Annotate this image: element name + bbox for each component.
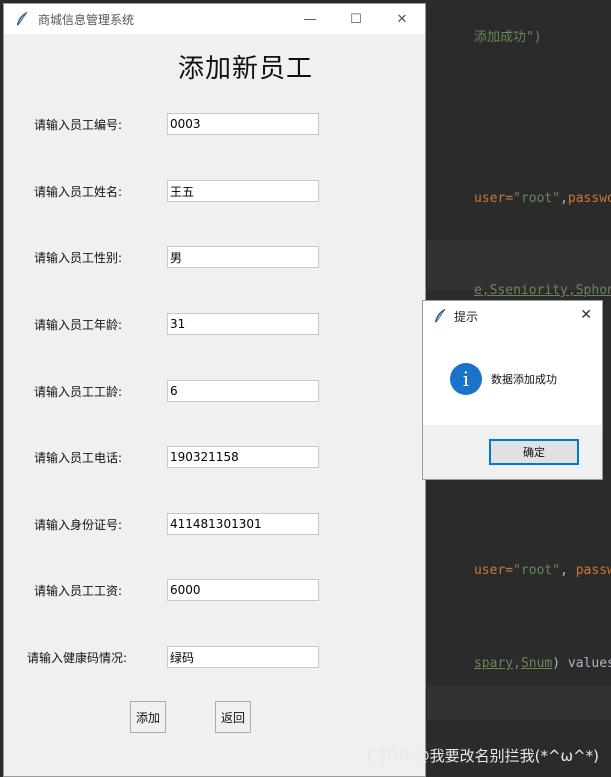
page-title: 添加新员工: [177, 54, 313, 84]
maximize-button[interactable]: ☐: [333, 4, 379, 34]
field-label: 请输入员工年龄:: [34, 318, 123, 332]
code-keyword: user=: [473, 191, 514, 206]
form-row-employee-gender: 请输入员工性别: 男: [4, 246, 427, 268]
info-icon: i: [450, 363, 482, 395]
dialog-body: i 数据添加成功: [423, 331, 602, 425]
field-label: 请输入身份证号:: [34, 518, 123, 532]
ok-button[interactable]: 确定: [489, 439, 579, 465]
code-string: e,Sseniority,Sphone,Si: [473, 283, 611, 298]
code-punct: ,: [560, 191, 568, 206]
dialog-titlebar[interactable]: 提示 ✕: [423, 301, 602, 331]
employee-age-input[interactable]: 31: [167, 313, 319, 335]
employee-salary-input[interactable]: 6000: [167, 579, 319, 601]
form-row-employee-seniority: 请输入员工工龄: 6: [4, 380, 427, 402]
minimize-button[interactable]: —: [287, 4, 333, 34]
field-label: 请输入员工电话:: [34, 451, 123, 465]
code-string: 添加成功"): [473, 30, 542, 45]
employee-id-input[interactable]: 0003: [167, 113, 319, 135]
code-string: "root": [513, 191, 561, 206]
add-button[interactable]: 添加: [130, 701, 166, 733]
close-button[interactable]: ✕: [379, 4, 425, 34]
form-row-employee-phone: 请输入员工电话: 190321158: [4, 446, 427, 468]
field-label: 请输入员工编号:: [34, 118, 123, 132]
employee-seniority-input[interactable]: 6: [167, 380, 319, 402]
code-keyword: password=: [575, 563, 611, 578]
dialog-message: 数据添加成功: [491, 373, 557, 386]
close-icon: ✕: [396, 11, 408, 27]
feather-icon: [432, 308, 448, 324]
feather-icon: [14, 11, 30, 27]
dialog-close-icon[interactable]: ✕: [580, 307, 592, 323]
form-row-employee-id: 请输入员工编号: 0003: [4, 113, 427, 135]
window-controls: — ☐ ✕: [287, 4, 425, 34]
id-number-input[interactable]: 411481301301: [167, 513, 319, 535]
window-titlebar[interactable]: 商城信息管理系统 — ☐ ✕: [4, 4, 425, 34]
code-text: ) values(%s,: [552, 656, 611, 671]
maximize-icon: ☐: [350, 11, 362, 27]
info-dialog: 提示 ✕ i 数据添加成功 确定: [422, 300, 603, 480]
code-string: ,: [513, 656, 521, 671]
code-line: user="root",password=": [427, 176, 611, 221]
code-line: user="root", password=: [427, 548, 611, 593]
code-line: spary,Snum) values(%s,: [427, 641, 611, 686]
code-keyword: password=: [567, 191, 611, 206]
form-row-health-code: 请输入健康码情况: 绿码: [4, 646, 427, 668]
field-label: 请输入健康码情况:: [27, 651, 128, 665]
field-label: 请输入员工性别:: [34, 251, 123, 265]
form-row-employee-age: 请输入员工年龄: 31: [4, 313, 427, 335]
form-row-employee-name: 请输入员工姓名: 王五: [4, 180, 427, 202]
code-string: Snum: [520, 656, 553, 671]
code-string: spary: [473, 656, 514, 671]
code-keyword: user=: [473, 563, 514, 578]
code-highlight-band: [427, 686, 611, 720]
code-punct: ,: [560, 563, 576, 578]
health-code-input[interactable]: 绿码: [167, 646, 319, 668]
employee-phone-input[interactable]: 190321158: [167, 446, 319, 468]
dialog-footer: 确定: [423, 425, 602, 479]
back-button[interactable]: 返回: [215, 701, 251, 733]
code-string: "root": [513, 563, 561, 578]
dialog-title: 提示: [454, 309, 479, 324]
employee-name-input[interactable]: 王五: [167, 180, 319, 202]
window-title: 商城信息管理系统: [38, 12, 135, 27]
watermark-text: CSDN @我要改名别拦我(*^ω^*): [367, 747, 599, 765]
field-label: 请输入员工工龄:: [34, 385, 123, 399]
form-row-id-number: 请输入身份证号: 411481301301: [4, 513, 427, 535]
minimize-icon: —: [303, 11, 317, 27]
employee-gender-input[interactable]: 男: [167, 246, 319, 268]
screen: 添加成功") user="root",password=" e,Sseniori…: [0, 0, 611, 777]
form-row-employee-salary: 请输入员工工资: 6000: [4, 579, 427, 601]
field-label: 请输入员工姓名:: [34, 185, 123, 199]
field-label: 请输入员工工资:: [34, 584, 123, 598]
main-window: 商城信息管理系统 — ☐ ✕ 添加新员工 请输入员工编号: 0003 请输入员工…: [3, 3, 426, 777]
